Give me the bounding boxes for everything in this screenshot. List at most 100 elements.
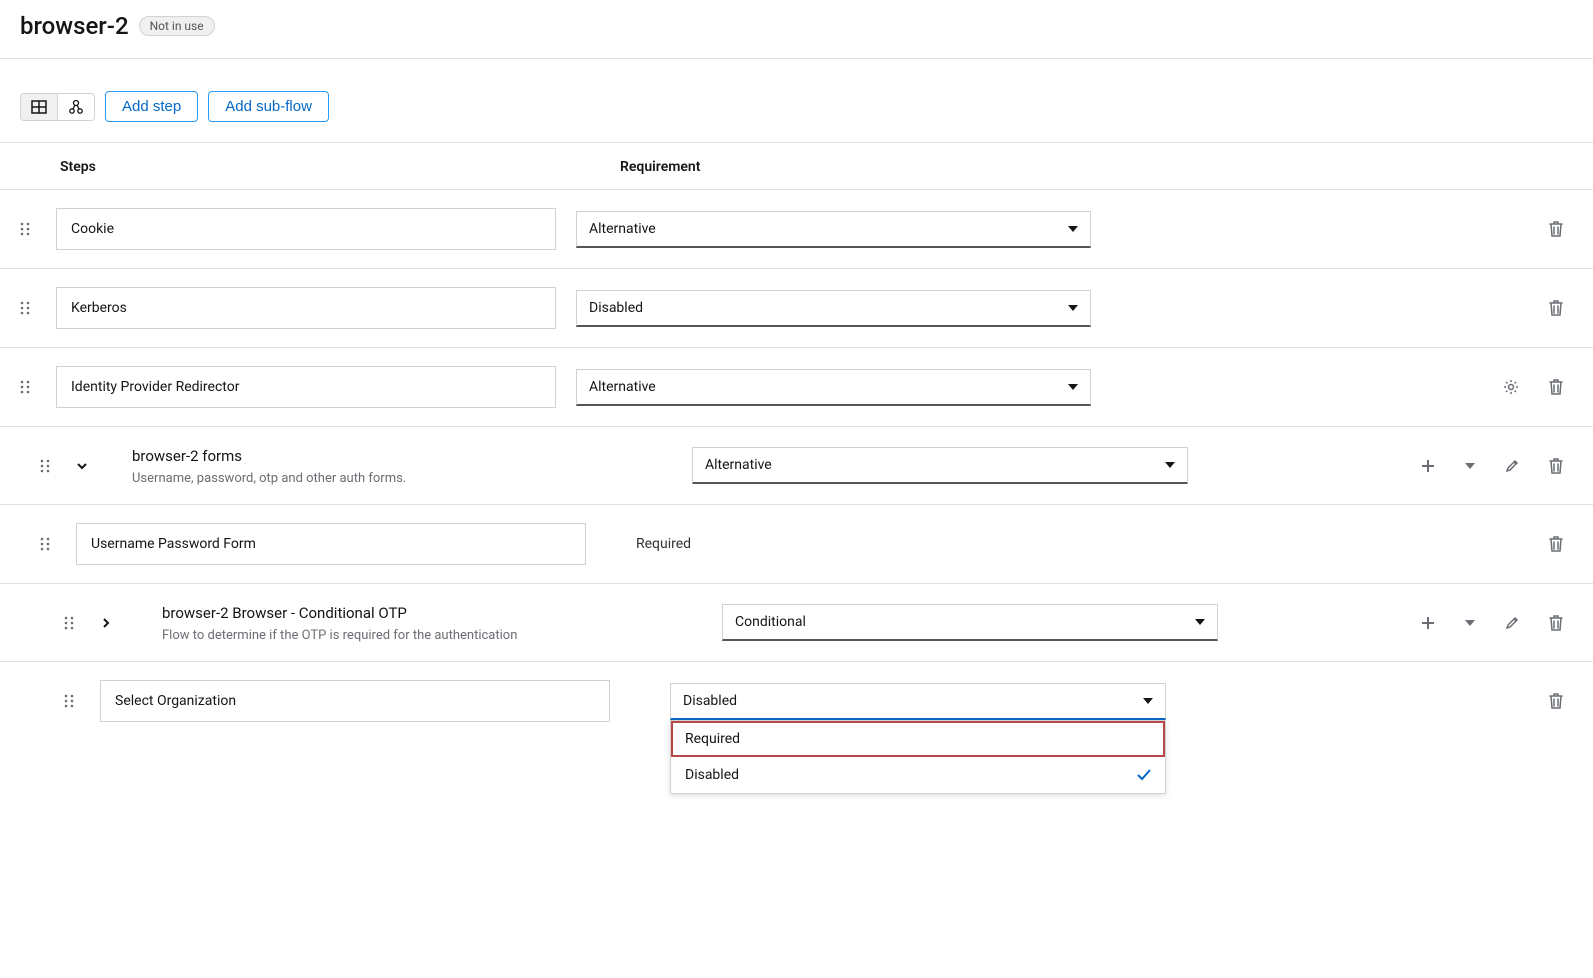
table-icon: [31, 99, 47, 115]
dropdown-option-label: Disabled: [685, 767, 739, 783]
edit-icon: [1505, 459, 1519, 473]
check-icon: [1137, 769, 1151, 781]
dropdown-option-label: Required: [685, 731, 740, 747]
step-title-area: browser-2 forms Username, password, otp a…: [132, 445, 632, 486]
step-name: browser-2 forms: [132, 447, 632, 465]
requirement-select[interactable]: DisabledRequiredDisabled: [670, 683, 1166, 720]
delete-button[interactable]: [1545, 217, 1567, 241]
add-button[interactable]: [1417, 454, 1439, 478]
settings-button[interactable]: [1499, 375, 1523, 399]
toolbar: Add step Add sub-flow: [0, 59, 1593, 143]
row-actions: [1091, 217, 1573, 241]
add-button[interactable]: [1417, 611, 1439, 635]
drag-handle-icon[interactable]: [40, 537, 76, 551]
flow-row: Cookie Alternative: [0, 190, 1593, 269]
drag-handle-icon[interactable]: [20, 301, 56, 315]
step-name-box: Cookie: [56, 208, 556, 250]
trash-icon: [1549, 300, 1563, 316]
step-description: Flow to determine if the OTP is required…: [162, 628, 662, 643]
step-name: Identity Provider Redirector: [71, 379, 541, 395]
drag-handle-icon[interactable]: [40, 459, 76, 473]
select-value: Alternative: [589, 379, 656, 395]
caret-down-icon: [1195, 619, 1205, 625]
chevron-right-icon[interactable]: [100, 617, 156, 629]
view-table-button[interactable]: [21, 94, 58, 120]
drag-handle-icon[interactable]: [20, 222, 56, 236]
gear-icon: [1503, 379, 1519, 395]
view-toggle: [20, 93, 95, 121]
delete-button[interactable]: [1545, 689, 1567, 713]
flow-row: browser-2 forms Username, password, otp a…: [0, 427, 1593, 505]
select-box[interactable]: Alternative: [692, 447, 1188, 484]
requirement-static: Required: [632, 536, 1132, 552]
delete-button[interactable]: [1545, 296, 1567, 320]
drag-handle-icon[interactable]: [64, 616, 100, 630]
flow-row: Username Password Form Required: [0, 505, 1593, 584]
flow-row: Select Organization DisabledRequiredDisab…: [0, 662, 1593, 740]
step-name-box: Select Organization: [100, 680, 610, 722]
caret-down-icon: [1165, 462, 1175, 468]
requirement-dropdown: Required Disabled: [670, 720, 1166, 794]
page-title: browser-2: [20, 12, 129, 40]
row-actions: [1166, 689, 1573, 713]
select-box[interactable]: Conditional: [722, 604, 1218, 641]
delete-button[interactable]: [1545, 611, 1567, 635]
trash-icon: [1549, 693, 1563, 709]
add-step-button[interactable]: Add step: [105, 91, 198, 122]
delete-button[interactable]: [1545, 375, 1567, 399]
more-dropdown-button[interactable]: [1461, 454, 1479, 478]
flow-row: Kerberos Disabled: [0, 269, 1593, 348]
trash-icon: [1549, 458, 1563, 474]
status-badge: Not in use: [139, 16, 215, 36]
delete-button[interactable]: [1545, 532, 1567, 556]
caret-down-icon: [1068, 226, 1078, 232]
step-name-box: Identity Provider Redirector: [56, 366, 556, 408]
trash-icon: [1549, 615, 1563, 631]
select-value: Disabled: [683, 693, 737, 709]
column-steps: Steps: [60, 159, 620, 175]
step-name: browser-2 Browser - Conditional OTP: [162, 604, 662, 622]
select-box[interactable]: Alternative: [576, 369, 1091, 406]
dropdown-option[interactable]: Required: [671, 721, 1165, 757]
row-actions: [1132, 532, 1573, 556]
edit-icon: [1505, 616, 1519, 630]
flow-row: browser-2 Browser - Conditional OTP Flow …: [0, 584, 1593, 662]
columns-header: Steps Requirement: [0, 143, 1593, 190]
step-name: Cookie: [71, 221, 541, 237]
add-subflow-button[interactable]: Add sub-flow: [208, 91, 329, 122]
requirement-select[interactable]: Alternative: [576, 369, 1091, 406]
select-value: Disabled: [589, 300, 643, 316]
row-actions: [1188, 454, 1573, 478]
diagram-icon: [68, 99, 84, 115]
trash-icon: [1549, 221, 1563, 237]
step-name: Select Organization: [115, 693, 595, 709]
select-box[interactable]: Disabled: [576, 290, 1091, 327]
more-dropdown-button[interactable]: [1461, 611, 1479, 635]
trash-icon: [1549, 536, 1563, 552]
drag-handle-icon[interactable]: [20, 380, 56, 394]
step-description: Username, password, otp and other auth f…: [132, 471, 632, 486]
caret-down-icon: [1068, 384, 1078, 390]
caret-down-icon: [1143, 698, 1153, 704]
page-header: browser-2 Not in use: [0, 0, 1593, 59]
edit-button[interactable]: [1501, 454, 1523, 478]
requirement-select[interactable]: Alternative: [576, 211, 1091, 248]
select-box[interactable]: Disabled: [670, 683, 1166, 720]
edit-button[interactable]: [1501, 611, 1523, 635]
trash-icon: [1549, 379, 1563, 395]
view-diagram-button[interactable]: [58, 94, 94, 120]
step-name: Username Password Form: [91, 536, 571, 552]
caret-down-icon: [1068, 305, 1078, 311]
step-name: Kerberos: [71, 300, 541, 316]
row-actions: [1218, 611, 1573, 635]
drag-handle-icon[interactable]: [64, 694, 100, 708]
requirement-select[interactable]: Disabled: [576, 290, 1091, 327]
dropdown-option[interactable]: Disabled: [671, 757, 1165, 793]
select-value: Conditional: [735, 614, 806, 630]
select-value: Alternative: [705, 457, 772, 473]
requirement-select[interactable]: Conditional: [722, 604, 1218, 641]
chevron-down-icon[interactable]: [76, 460, 132, 472]
delete-button[interactable]: [1545, 454, 1567, 478]
requirement-select[interactable]: Alternative: [692, 447, 1188, 484]
select-box[interactable]: Alternative: [576, 211, 1091, 248]
